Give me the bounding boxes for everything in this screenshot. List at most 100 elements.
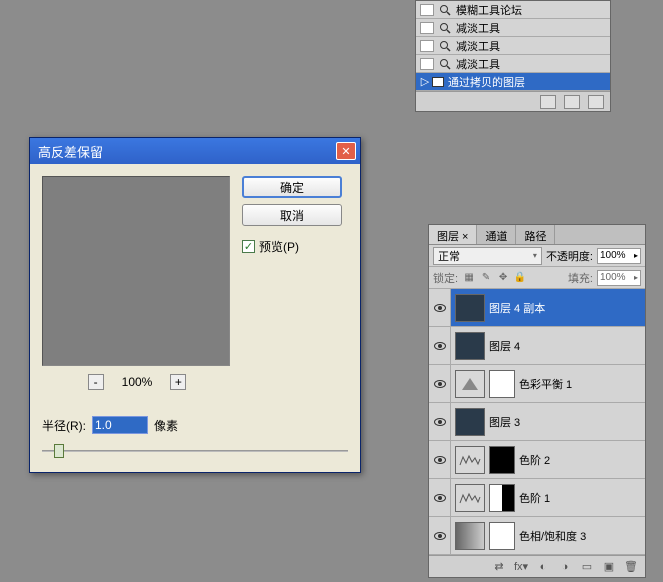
preview-checkbox-row[interactable]: ✓ 预览(P): [242, 238, 342, 255]
lock-transparency-icon[interactable]: ▦: [462, 271, 476, 285]
preview-checkbox-label: 预览(P): [259, 238, 299, 255]
radius-label: 半径(R):: [42, 417, 86, 434]
new-layer-button[interactable]: ▣: [601, 560, 617, 574]
history-item[interactable]: 模糊工具论坛: [416, 1, 610, 19]
adjustment-thumbnail[interactable]: [455, 522, 485, 550]
layer-thumbnail[interactable]: [455, 408, 485, 436]
dialog-title: 高反差保留: [38, 142, 103, 161]
slider-thumb[interactable]: [54, 444, 64, 458]
layers-panel: 图层 × 通道 路径 正常 ▾ 不透明度: 100%▸ 锁定: ▦ ✎ ✥ 🔒 …: [428, 224, 646, 578]
preview-checkbox[interactable]: ✓: [242, 240, 255, 253]
opacity-input[interactable]: 100%▸: [597, 248, 641, 264]
cancel-button[interactable]: 取消: [242, 204, 342, 226]
radius-slider[interactable]: [42, 440, 348, 460]
history-list: 模糊工具论坛 减淡工具 减淡工具 减淡工具 ▷ 通过拷贝的图层: [416, 1, 610, 91]
history-panel: 模糊工具论坛 减淡工具 减淡工具 减淡工具 ▷ 通过拷贝的图层: [415, 0, 611, 112]
zoom-in-button[interactable]: +: [170, 374, 186, 390]
eye-icon: [434, 532, 446, 540]
visibility-toggle[interactable]: [429, 365, 451, 402]
history-slot: [420, 4, 434, 16]
history-toolbar: [416, 91, 610, 111]
opacity-label: 不透明度:: [546, 248, 593, 264]
layer-mask[interactable]: [489, 446, 515, 474]
visibility-toggle[interactable]: [429, 517, 451, 554]
layer-mask-button[interactable]: ◐: [535, 560, 551, 574]
tab-layers[interactable]: 图层 ×: [429, 225, 477, 244]
dodge-tool-icon: [438, 4, 452, 16]
ok-button[interactable]: 确定: [242, 176, 342, 198]
history-item[interactable]: 减淡工具: [416, 19, 610, 37]
zoom-out-button[interactable]: -: [88, 374, 104, 390]
history-new-snapshot-button[interactable]: [540, 95, 556, 109]
fill-label: 填充:: [568, 270, 593, 286]
layer-thumbnail[interactable]: [455, 294, 485, 322]
dodge-tool-icon: [438, 58, 452, 70]
dialog-titlebar[interactable]: 高反差保留 ✕: [30, 138, 360, 164]
adjustment-thumbnail[interactable]: [455, 446, 485, 474]
layer-mask[interactable]: [489, 370, 515, 398]
lock-label: 锁定:: [433, 270, 458, 286]
layer-row[interactable]: 色阶 1: [429, 479, 645, 517]
history-item[interactable]: 减淡工具: [416, 37, 610, 55]
layer-row[interactable]: 色彩平衡 1: [429, 365, 645, 403]
layer-thumbnail[interactable]: [455, 332, 485, 360]
visibility-toggle[interactable]: [429, 403, 451, 440]
history-label: 模糊工具论坛: [456, 2, 522, 18]
adjustment-thumbnail[interactable]: [455, 370, 485, 398]
visibility-toggle[interactable]: [429, 441, 451, 478]
history-slot: [420, 22, 434, 34]
layer-name: 图层 4 副本: [489, 300, 545, 316]
radius-unit: 像素: [154, 417, 178, 434]
eye-icon: [434, 304, 446, 312]
blend-mode-value: 正常: [438, 248, 460, 264]
layers-list: 图层 4 副本 图层 4 色彩平衡 1 图层 3 色阶 2 色阶 1 色相/饱和…: [429, 289, 645, 555]
visibility-toggle[interactable]: [429, 479, 451, 516]
history-current-arrow: ▷: [420, 75, 430, 88]
delete-layer-button[interactable]: 🗑: [623, 560, 639, 574]
layer-row[interactable]: 图层 4 副本: [429, 289, 645, 327]
layer-row[interactable]: 色阶 2: [429, 441, 645, 479]
history-slot: [420, 58, 434, 70]
layer-name: 色阶 1: [519, 490, 550, 506]
lock-paint-icon[interactable]: ✎: [479, 271, 493, 285]
history-label: 通过拷贝的图层: [448, 74, 525, 90]
layer-mask[interactable]: [489, 484, 515, 512]
tab-paths[interactable]: 路径: [516, 225, 555, 244]
visibility-toggle[interactable]: [429, 327, 451, 364]
layer-group-button[interactable]: ▭: [579, 560, 595, 574]
slider-track: [42, 450, 348, 452]
history-label: 减淡工具: [456, 20, 500, 36]
layer-name: 图层 4: [489, 338, 520, 354]
history-item[interactable]: 减淡工具: [416, 55, 610, 73]
adjustment-layer-button[interactable]: ◑: [557, 560, 573, 574]
layers-tabs: 图层 × 通道 路径: [429, 225, 645, 245]
layer-row[interactable]: 色相/饱和度 3: [429, 517, 645, 555]
history-item-selected[interactable]: ▷ 通过拷贝的图层: [416, 73, 610, 91]
fill-input[interactable]: 100%▸: [597, 270, 641, 286]
layer-copy-icon: [432, 77, 444, 87]
link-layers-button[interactable]: ⇄: [491, 560, 507, 574]
lock-all-icon[interactable]: 🔒: [513, 271, 527, 285]
eye-icon: [434, 380, 446, 388]
layer-name: 色彩平衡 1: [519, 376, 572, 392]
layer-style-button[interactable]: fx▾: [513, 560, 529, 574]
layers-toolbar: ⇄ fx▾ ◐ ◑ ▭ ▣ 🗑: [429, 555, 645, 577]
close-button[interactable]: ✕: [336, 142, 356, 160]
eye-icon: [434, 494, 446, 502]
history-delete-button[interactable]: [588, 95, 604, 109]
eye-icon: [434, 418, 446, 426]
layer-row[interactable]: 图层 4: [429, 327, 645, 365]
lock-position-icon[interactable]: ✥: [496, 271, 510, 285]
adjustment-thumbnail[interactable]: [455, 484, 485, 512]
history-label: 减淡工具: [456, 38, 500, 54]
history-label: 减淡工具: [456, 56, 500, 72]
layer-mask[interactable]: [489, 522, 515, 550]
blend-mode-select[interactable]: 正常 ▾: [433, 247, 542, 265]
radius-input[interactable]: [92, 416, 148, 434]
tab-channels[interactable]: 通道: [477, 225, 516, 244]
preview-image[interactable]: [42, 176, 230, 366]
visibility-toggle[interactable]: [429, 289, 451, 326]
layer-name: 色相/饱和度 3: [519, 528, 586, 544]
history-new-doc-button[interactable]: [564, 95, 580, 109]
layer-row[interactable]: 图层 3: [429, 403, 645, 441]
